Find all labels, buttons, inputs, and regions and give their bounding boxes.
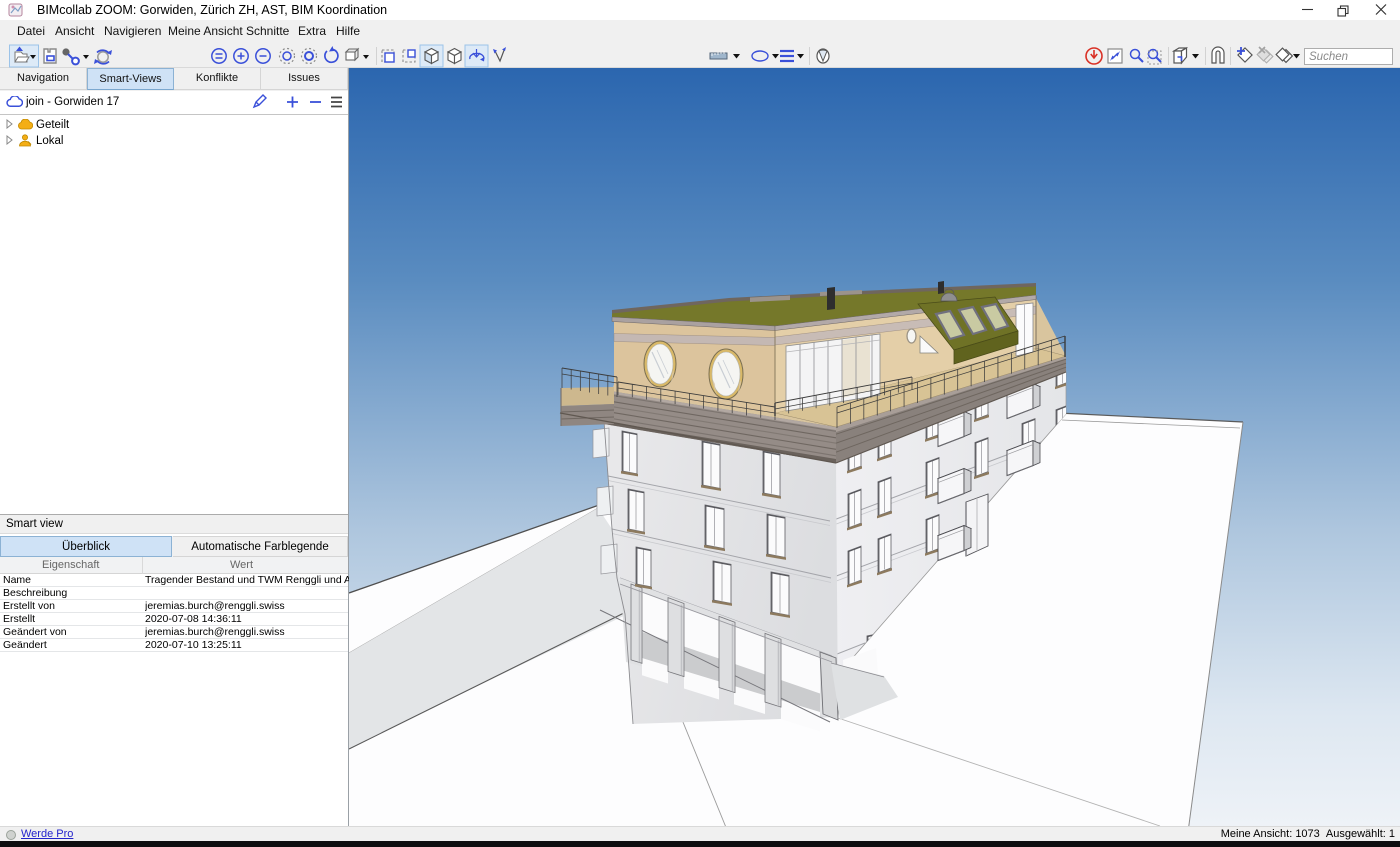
svg-text:Suchen: Suchen — [1309, 51, 1348, 63]
